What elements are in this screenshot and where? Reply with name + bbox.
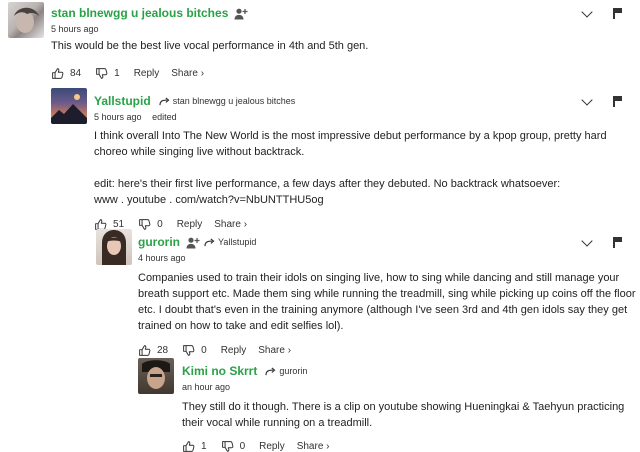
- username[interactable]: stan blnewgg u jealous bitches: [51, 6, 228, 20]
- thumbs-up-icon[interactable]: [138, 344, 151, 357]
- collapse-chevron-icon[interactable]: [581, 234, 593, 247]
- share-button[interactable]: Share ›: [171, 68, 204, 79]
- follow-user-icon[interactable]: [186, 236, 200, 248]
- dislike-count: 0: [201, 344, 207, 356]
- avatar-yallstupid[interactable]: [51, 88, 87, 124]
- share-button[interactable]: Share ›: [297, 441, 330, 452]
- thumbs-up-icon[interactable]: [51, 67, 64, 80]
- reply-arrow-icon: [159, 97, 170, 106]
- username[interactable]: Yallstupid: [94, 94, 151, 108]
- share-button[interactable]: Share ›: [258, 345, 291, 356]
- comment-actions: 28 0 Reply Share ›: [138, 342, 638, 358]
- comment-yallstupid: Yallstupid stan blnewgg u jealous bitche…: [51, 88, 640, 230]
- dislike-count: 0: [157, 218, 163, 230]
- comment-gurorin: gurorin Yallstupid 4 hours ago Companies…: [96, 229, 640, 356]
- comment-text: They still do it though. There is a clip…: [182, 401, 625, 429]
- reply-to[interactable]: stan blnewgg u jealous bitches: [159, 96, 295, 106]
- avatar-gurorin[interactable]: [96, 229, 132, 265]
- username[interactable]: gurorin: [138, 235, 180, 249]
- timestamp[interactable]: 5 hours ago: [94, 112, 142, 122]
- thumbs-down-icon[interactable]: [221, 440, 234, 452]
- share-button[interactable]: Share ›: [214, 219, 247, 230]
- reply-button[interactable]: Reply: [134, 68, 160, 79]
- reply-to[interactable]: gurorin: [265, 366, 307, 376]
- thumbs-up-icon[interactable]: [182, 440, 195, 452]
- comment-text: Companies used to train their idols on s…: [138, 272, 636, 332]
- timestamp[interactable]: 4 hours ago: [138, 251, 638, 265]
- edited-label: edited: [152, 112, 177, 122]
- report-flag-icon[interactable]: [613, 96, 622, 107]
- timestamp[interactable]: an hour ago: [182, 380, 636, 394]
- dislike-count: 1: [114, 67, 120, 79]
- reply-to[interactable]: Yallstupid: [204, 237, 256, 247]
- comment-actions: 84 1 Reply Share ›: [51, 65, 631, 81]
- collapse-chevron-icon[interactable]: [581, 5, 593, 18]
- like-count: 51: [113, 218, 125, 230]
- username[interactable]: Kimi no Skrrt: [182, 364, 257, 378]
- avatar-stan[interactable]: [8, 2, 44, 38]
- follow-user-icon[interactable]: [234, 7, 248, 19]
- like-count: 1: [201, 440, 207, 452]
- avatar-kimi[interactable]: [138, 358, 174, 394]
- reply-button[interactable]: Reply: [221, 345, 247, 356]
- collapse-chevron-icon[interactable]: [581, 93, 593, 106]
- reply-arrow-icon: [265, 367, 276, 376]
- thumbs-down-icon[interactable]: [95, 67, 108, 80]
- report-flag-icon[interactable]: [613, 8, 622, 19]
- comment-text: I think overall Into The New World is th…: [94, 130, 607, 206]
- like-count: 28: [157, 344, 169, 356]
- reply-arrow-icon: [204, 238, 215, 247]
- reply-button[interactable]: Reply: [177, 219, 203, 230]
- timestamp[interactable]: 5 hours ago: [51, 22, 631, 36]
- reply-button[interactable]: Reply: [259, 441, 285, 452]
- report-flag-icon[interactable]: [613, 237, 622, 248]
- comment-actions: 1 0 Reply Share ›: [182, 438, 636, 452]
- thumbs-down-icon[interactable]: [182, 344, 195, 357]
- comment-stan: stan blnewgg u jealous bitches 5 hours a…: [8, 2, 640, 80]
- comment-text: This would be the best live vocal perfor…: [51, 40, 369, 52]
- dislike-count: 0: [239, 440, 246, 452]
- comment-kimi: Kimi no Skrrt gurorin an hour ago They s…: [138, 358, 640, 452]
- like-count: 84: [70, 67, 82, 79]
